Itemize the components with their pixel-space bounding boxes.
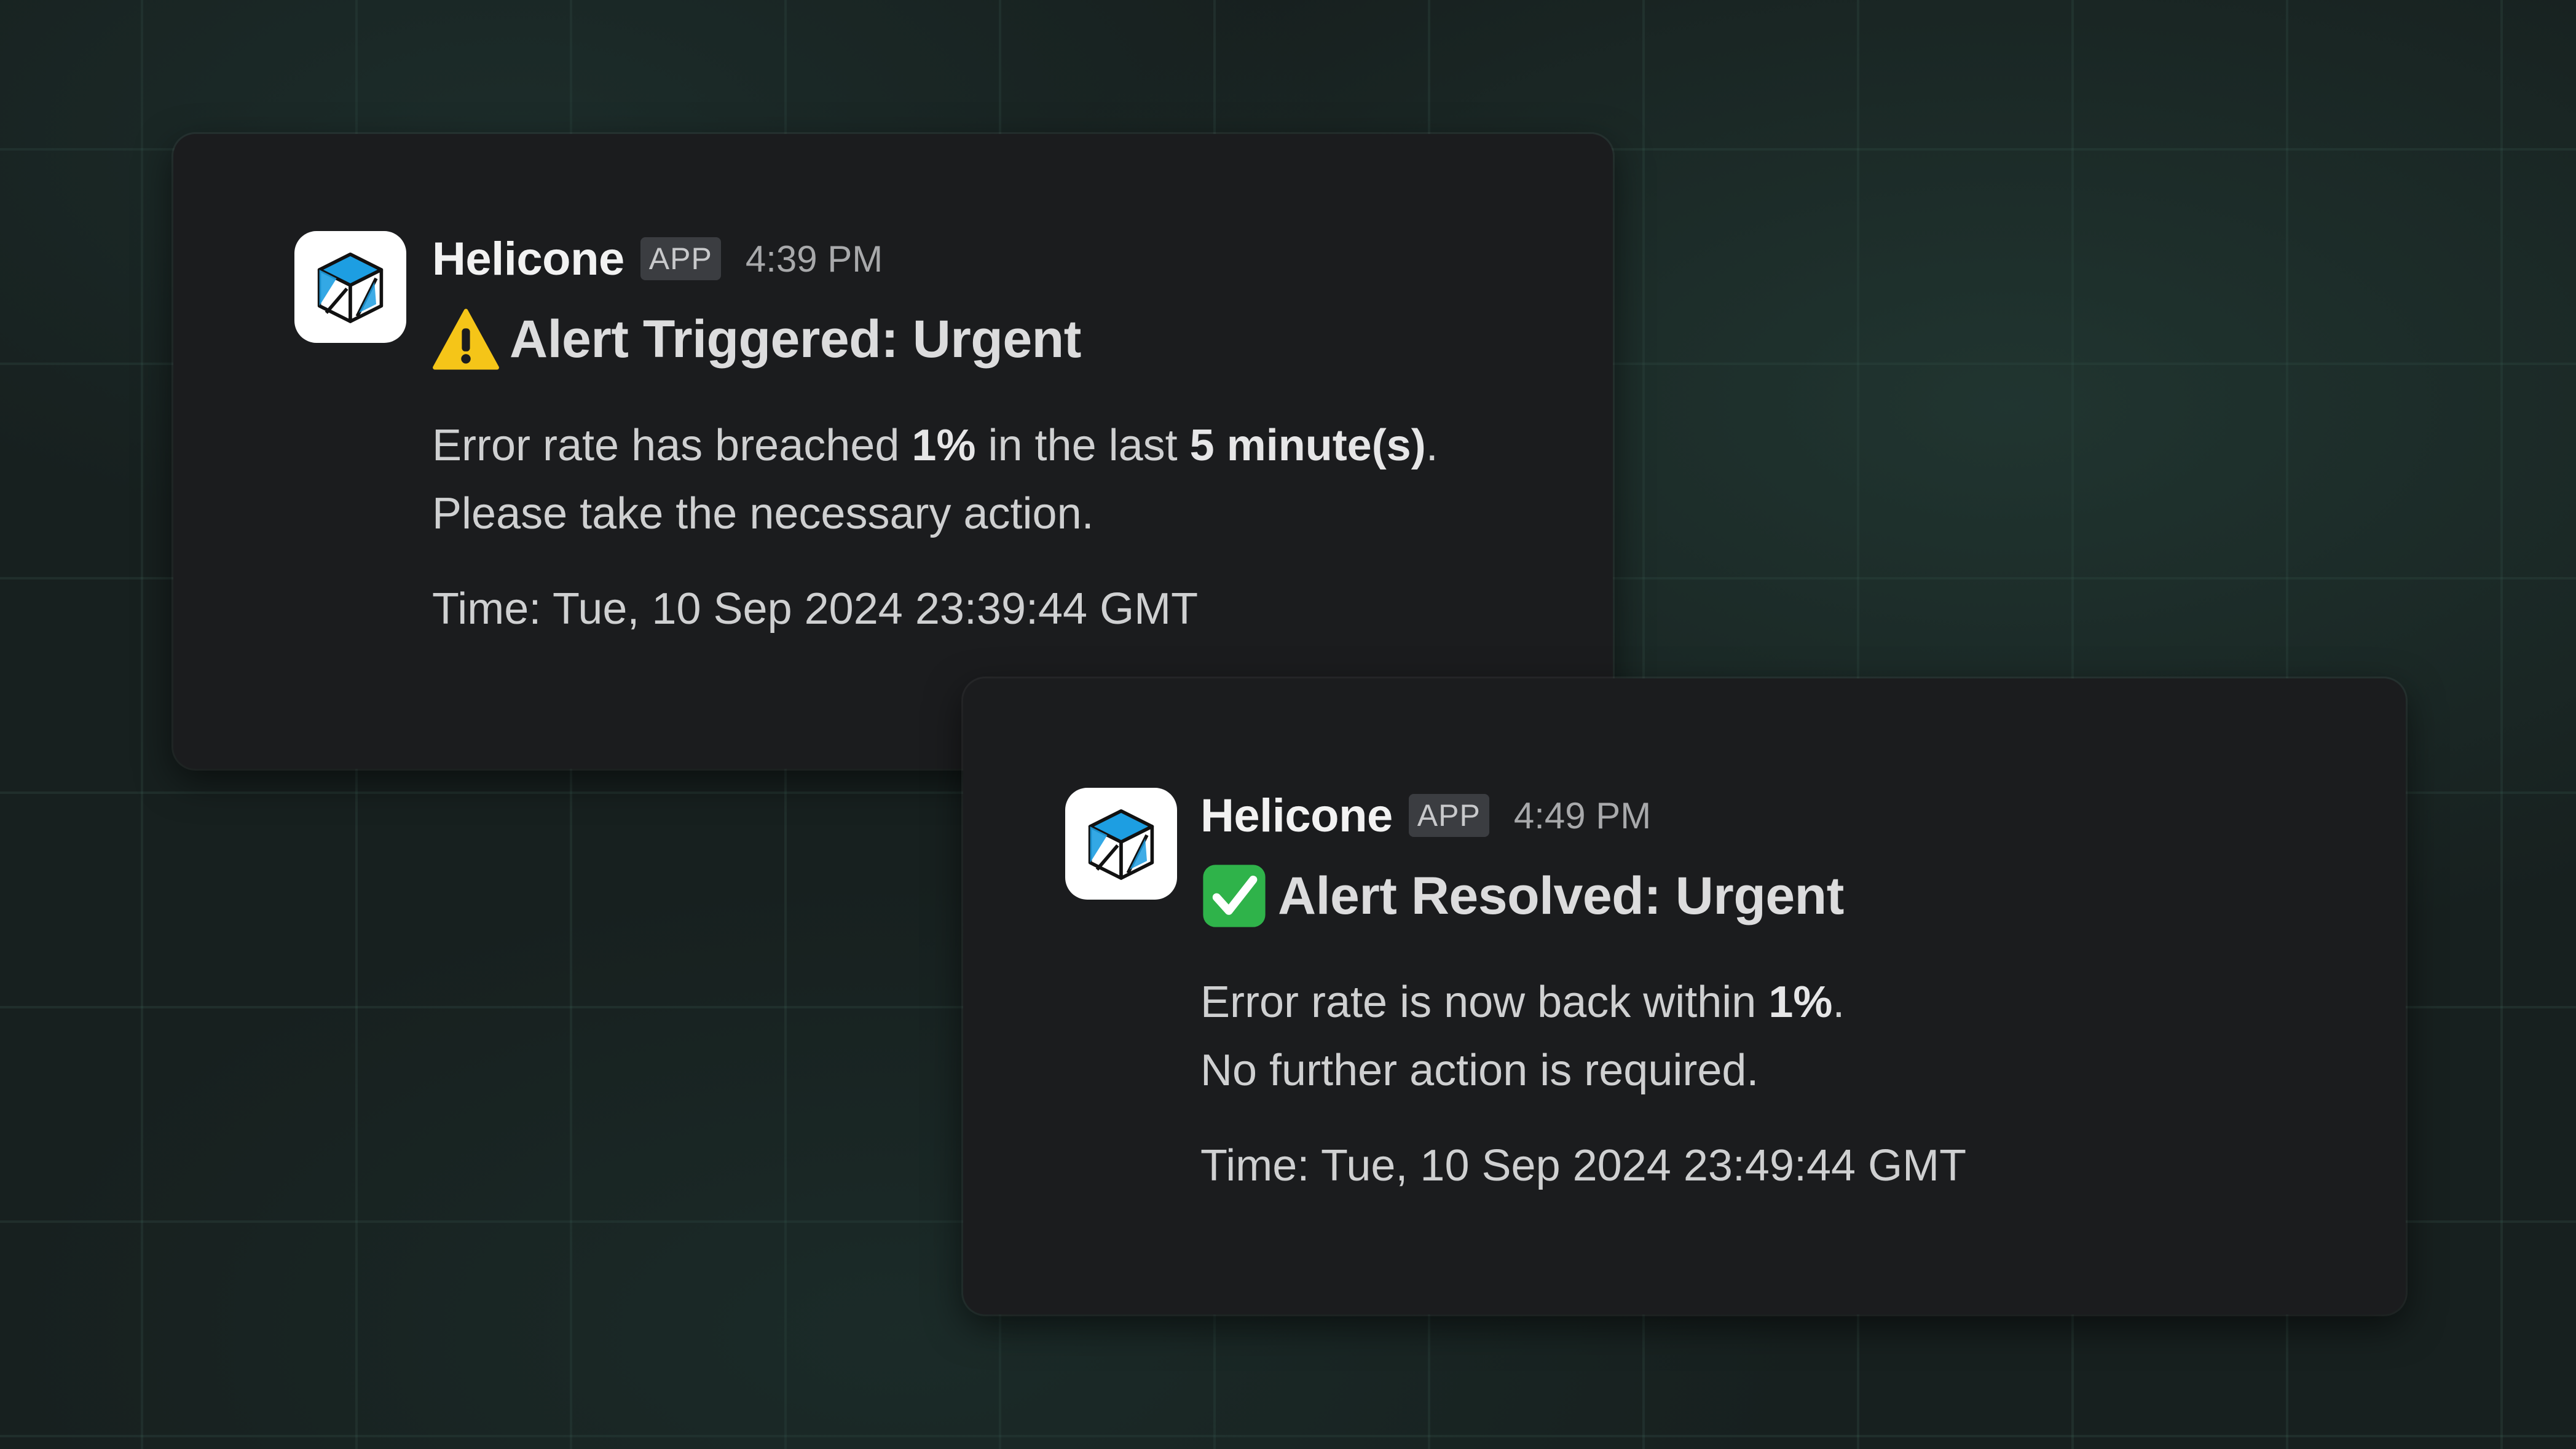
alert-line-2: No further action is required. (1200, 1046, 1759, 1095)
message-content: Helicone APP 4:39 PM Alert Triggered: Ur… (432, 225, 1569, 634)
alert-description: Error rate has breached 1% in the last 5… (432, 412, 1569, 548)
app-badge: APP (640, 237, 721, 280)
message-header: Helicone APP 4:39 PM (432, 225, 1569, 293)
sender-name[interactable]: Helicone (1200, 789, 1393, 842)
text-segment: . (1425, 421, 1438, 470)
warning-icon (432, 305, 500, 373)
alert-resolved-message: Helicone APP 4:49 PM Alert Resolved: Urg… (963, 678, 2406, 1314)
helicone-cube-icon (317, 253, 384, 323)
text-segment: in the last (975, 421, 1190, 470)
message-timestamp[interactable]: 4:39 PM (746, 238, 883, 280)
message-content: Helicone APP 4:49 PM Alert Resolved: Urg… (1200, 782, 2356, 1191)
helicone-logo-avatar[interactable] (1065, 788, 1177, 900)
alert-title: Alert Resolved: Urgent (1278, 866, 1844, 925)
alert-line-1: Error rate has breached 1% in the last 5… (432, 412, 1569, 480)
alert-description: Error rate is now back within 1%. No fur… (1200, 968, 2356, 1105)
alert-time: Time: Tue, 10 Sep 2024 23:39:44 GMT (432, 584, 1199, 634)
alert-title: Alert Triggered: Urgent (510, 309, 1081, 369)
message-timestamp[interactable]: 4:49 PM (1514, 795, 1651, 837)
text-segment: . (1832, 978, 1845, 1027)
alert-line-1: Error rate is now back within 1%. (1200, 968, 2356, 1037)
sender-name[interactable]: Helicone (432, 232, 624, 286)
text-segment: Error rate is now back within (1200, 978, 1769, 1027)
app-badge: APP (1408, 794, 1489, 837)
alert-title-row: Alert Triggered: Urgent (432, 304, 1569, 375)
threshold-value: 1% (1768, 978, 1833, 1027)
helicone-logo-avatar[interactable] (294, 231, 406, 343)
alert-line-2: Please take the necessary action. (432, 489, 1094, 538)
time-window-value: 5 minute(s) (1189, 421, 1426, 470)
helicone-cube-icon (1088, 809, 1154, 880)
threshold-value: 1% (912, 421, 976, 470)
text-segment: Error rate has breached (432, 421, 912, 470)
alert-triggered-message: Helicone APP 4:39 PM Alert Triggered: Ur… (173, 134, 1613, 769)
alert-title-row: Alert Resolved: Urgent (1200, 860, 2356, 932)
alert-time: Time: Tue, 10 Sep 2024 23:49:44 GMT (1200, 1141, 1967, 1190)
check-mark-icon (1200, 862, 1268, 930)
message-header: Helicone APP 4:49 PM (1200, 782, 2356, 849)
